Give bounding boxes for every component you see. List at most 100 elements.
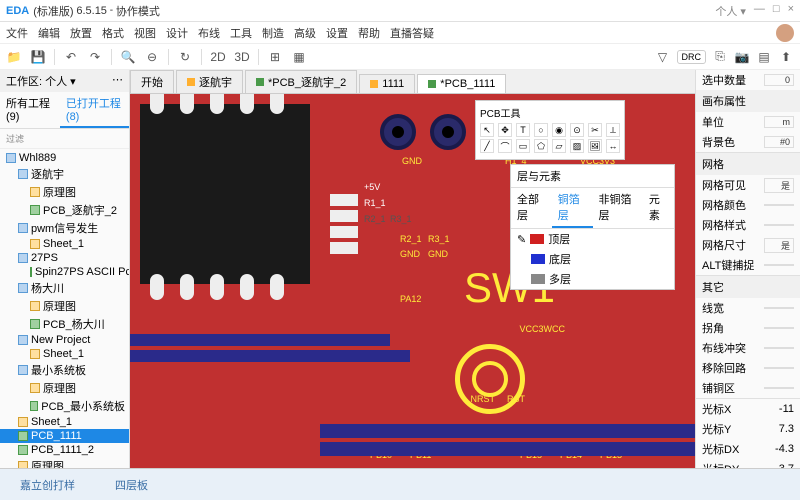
minimize-icon[interactable]: — (754, 3, 765, 19)
tab-open-projects[interactable]: 已打开工程(8) (60, 92, 129, 128)
rotate-icon[interactable]: ↻ (177, 49, 193, 65)
menu-view[interactable]: 视图 (134, 25, 156, 41)
maximize-icon[interactable]: □ (773, 3, 780, 19)
tree-node[interactable]: Sheet_1 (0, 237, 129, 251)
tool-copper-icon[interactable]: ▨ (570, 139, 584, 153)
gridstyle-select[interactable] (764, 224, 794, 226)
pad[interactable] (330, 210, 358, 222)
tree-node[interactable]: pwm信号发生 (0, 219, 129, 237)
tree-node[interactable]: New Project (0, 333, 129, 347)
tool-rect-icon[interactable]: ▭ (516, 139, 530, 153)
tree-node[interactable]: PCB_逐航宇_2 (0, 201, 129, 219)
menu-design[interactable]: 设计 (166, 25, 188, 41)
copper-select[interactable] (764, 387, 794, 389)
gridvis-select[interactable]: 是 (764, 178, 794, 193)
menu-fab[interactable]: 制造 (262, 25, 284, 41)
tool-pad-icon[interactable]: ◉ (552, 123, 566, 137)
export-icon[interactable]: ⎘ (712, 49, 728, 65)
linewidth-input[interactable] (764, 307, 794, 309)
pad[interactable] (330, 226, 358, 238)
pad[interactable] (330, 242, 358, 254)
pcb-tools-panel[interactable]: PCB工具 ↖ ✥ T ○ ◉ ⊙ ✂ ⟂ ╱ ⌒ ▭ ⬠ ▱ ▨ (475, 100, 625, 160)
grid-icon[interactable]: ⊞ (267, 49, 283, 65)
tree-node[interactable]: 原理图 (0, 183, 129, 201)
tool-measure-icon[interactable]: ✂ (588, 123, 602, 137)
tree-node[interactable]: PCB_1111_2 (0, 443, 129, 457)
bgcolor-input[interactable]: #0 (764, 136, 794, 148)
redo-icon[interactable]: ↷ (87, 49, 103, 65)
via[interactable] (430, 114, 466, 150)
share-icon[interactable]: ⬆ (778, 49, 794, 65)
doc-tab[interactable]: *PCB_逐航宇_2 (245, 70, 357, 93)
layer-tab-copper[interactable]: 铜箔层 (552, 188, 593, 228)
user-dropdown[interactable]: 个人 ▾ (715, 3, 746, 19)
menu-route[interactable]: 布线 (198, 25, 220, 41)
unit-select[interactable]: m (764, 116, 794, 128)
menu-live[interactable]: 直播答疑 (390, 25, 434, 41)
filter-input[interactable]: 过滤 (0, 129, 129, 149)
tree-node[interactable]: Sheet_1 (0, 347, 129, 361)
tool-hole-icon[interactable]: ⊙ (570, 123, 584, 137)
via[interactable] (380, 114, 416, 150)
doc-tab[interactable]: *PCB_1111 (417, 74, 506, 93)
tree-node[interactable]: 原理图 (0, 457, 129, 468)
tree-node[interactable]: 杨大川 (0, 279, 129, 297)
tree-node[interactable]: 原理图 (0, 379, 129, 397)
gridsize-input[interactable]: 是 (764, 238, 794, 253)
layer-row[interactable]: ✎顶层 (511, 229, 674, 249)
tree-node[interactable]: 逐航宇 (0, 165, 129, 183)
tree-node[interactable]: 27PS (0, 251, 129, 265)
avatar[interactable] (776, 24, 794, 42)
menu-advanced[interactable]: 高级 (294, 25, 316, 41)
tree-node[interactable]: PCB_最小系统板 (0, 397, 129, 415)
ic-component[interactable] (140, 104, 310, 284)
layer-icon[interactable]: ▦ (291, 49, 307, 65)
tool-dim-icon[interactable]: ↔ (606, 139, 620, 153)
zoom-icon[interactable]: 🔍 (120, 49, 136, 65)
tool-select-icon[interactable]: ↖ (480, 123, 494, 137)
menu-tools[interactable]: 工具 (230, 25, 252, 41)
layer-tab-all[interactable]: 全部层 (511, 188, 552, 228)
tree-node[interactable]: PCB_杨大川 (0, 315, 129, 333)
bom-icon[interactable]: ▤ (756, 49, 772, 65)
undo-icon[interactable]: ↶ (63, 49, 79, 65)
cam-icon[interactable]: 📷 (734, 49, 750, 65)
close-icon[interactable]: × (788, 3, 794, 19)
2d-icon[interactable]: 2D (210, 49, 226, 65)
layer-tab-noncopper[interactable]: 非铜箔层 (593, 188, 643, 228)
tool-region-icon[interactable]: ▱ (552, 139, 566, 153)
gridcolor-input[interactable] (764, 204, 794, 206)
layer-tab-elements[interactable]: 元素 (643, 188, 674, 228)
tree-node[interactable]: Whl889 (0, 151, 129, 165)
drc-button[interactable]: DRC (677, 50, 707, 64)
zoom-out-icon[interactable]: ⊖ (144, 49, 160, 65)
tool-arc-icon[interactable]: ⌒ (498, 139, 512, 153)
tool-ruler-icon[interactable]: ⟂ (606, 123, 620, 137)
tool-line-icon[interactable]: ╱ (480, 139, 494, 153)
menu-edit[interactable]: 编辑 (38, 25, 60, 41)
save-icon[interactable]: 💾 (30, 49, 46, 65)
menu-help[interactable]: 帮助 (358, 25, 380, 41)
panel-menu-icon[interactable]: ⋯ (112, 73, 123, 89)
tool-poly-icon[interactable]: ⬠ (534, 139, 548, 153)
menu-settings[interactable]: 设置 (326, 25, 348, 41)
tree-node[interactable]: Spin27PS ASCII PcbDoc (0, 265, 129, 279)
menu-format[interactable]: 格式 (102, 25, 124, 41)
doc-tab[interactable]: 逐航宇 (176, 70, 243, 93)
layer-row[interactable]: 多层 (511, 269, 674, 289)
tool-move-icon[interactable]: ✥ (498, 123, 512, 137)
doc-tab[interactable]: 1111 (359, 74, 415, 93)
tool-text-icon[interactable]: T (516, 123, 530, 137)
tool-via-icon[interactable]: ○ (534, 123, 548, 137)
pad[interactable] (330, 194, 358, 206)
altsnap-input[interactable] (764, 264, 794, 266)
tree-node[interactable]: 最小系统板 (0, 361, 129, 379)
pcb-canvas[interactable]: GND H1_4 VCC3V3 +5V R1_1 R2_1 R3_1 R2_1 … (130, 94, 695, 468)
workspace-label[interactable]: 工作区: 个人 ▾ (6, 73, 76, 89)
tree-node[interactable]: PCB_1111 (0, 429, 129, 443)
corner-select[interactable] (764, 327, 794, 329)
tab-all-projects[interactable]: 所有工程(9) (0, 92, 60, 128)
removeloop-select[interactable] (764, 367, 794, 369)
filter-icon[interactable]: ▽ (655, 49, 671, 65)
conflict-select[interactable] (764, 347, 794, 349)
